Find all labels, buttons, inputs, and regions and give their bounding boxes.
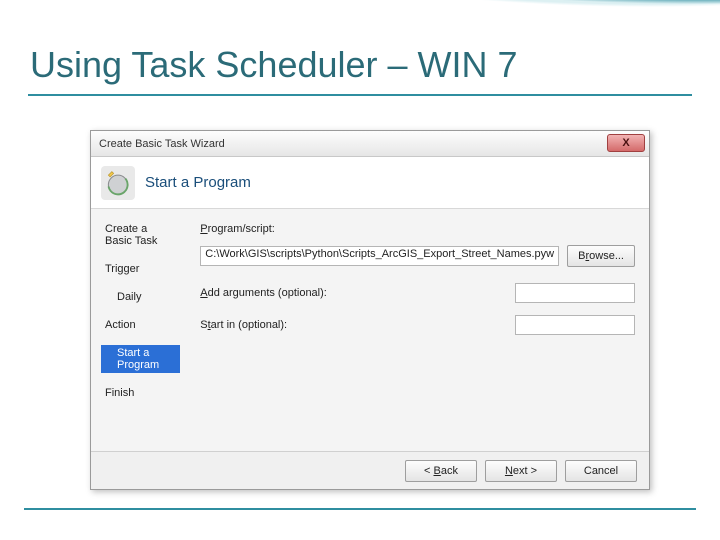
program-script-label: Program/script: [200, 223, 635, 235]
sidebar-item-finish[interactable]: Finish [101, 385, 180, 401]
wizard-footer: < Back Next > Cancel [91, 451, 649, 489]
titlebar[interactable]: Create Basic Task Wizard X [91, 131, 649, 157]
sidebar-item-trigger[interactable]: Trigger [101, 261, 180, 277]
window-title: Create Basic Task Wizard [99, 138, 225, 150]
start-in-input[interactable] [515, 315, 635, 335]
slide-background: Using Task Scheduler – WIN 7 Create Basi… [0, 0, 720, 540]
program-input[interactable]: C:\Work\GIS\scripts\Python\Scripts_ArcGI… [200, 246, 559, 266]
wizard-body: Create a Basic Task Trigger Daily Action… [91, 209, 649, 451]
sidebar-item-daily[interactable]: Daily [101, 289, 180, 305]
wizard-header: Start a Program [91, 157, 649, 209]
close-icon: X [622, 137, 629, 149]
wizard-sidebar: Create a Basic Task Trigger Daily Action… [91, 209, 186, 451]
add-arguments-input[interactable] [515, 283, 635, 303]
next-button[interactable]: Next > [485, 460, 557, 482]
slide-title: Using Task Scheduler – WIN 7 [30, 44, 518, 86]
task-wizard-dialog: Create Basic Task Wizard X Start a Progr… [90, 130, 650, 490]
wizard-main: Program/script: C:\Work\GIS\scripts\Pyth… [186, 209, 649, 451]
accent-line-bottom [24, 508, 696, 510]
close-button[interactable]: X [607, 134, 645, 152]
sidebar-item-start-a-program[interactable]: Start a Program [101, 345, 180, 373]
accent-line-top [28, 94, 692, 96]
cancel-button[interactable]: Cancel [565, 460, 637, 482]
sidebar-item-action[interactable]: Action [101, 317, 180, 333]
program-row: C:\Work\GIS\scripts\Python\Scripts_ArcGI… [200, 245, 635, 267]
sidebar-item-create-basic-task[interactable]: Create a Basic Task [101, 221, 180, 249]
wizard-step-title: Start a Program [145, 174, 251, 191]
browse-button[interactable]: Browse... [567, 245, 635, 267]
start-in-label: Start in (optional): [200, 319, 287, 331]
add-arguments-label: Add arguments (optional): [200, 287, 327, 299]
wizard-icon [101, 166, 135, 200]
back-button[interactable]: < Back [405, 460, 477, 482]
